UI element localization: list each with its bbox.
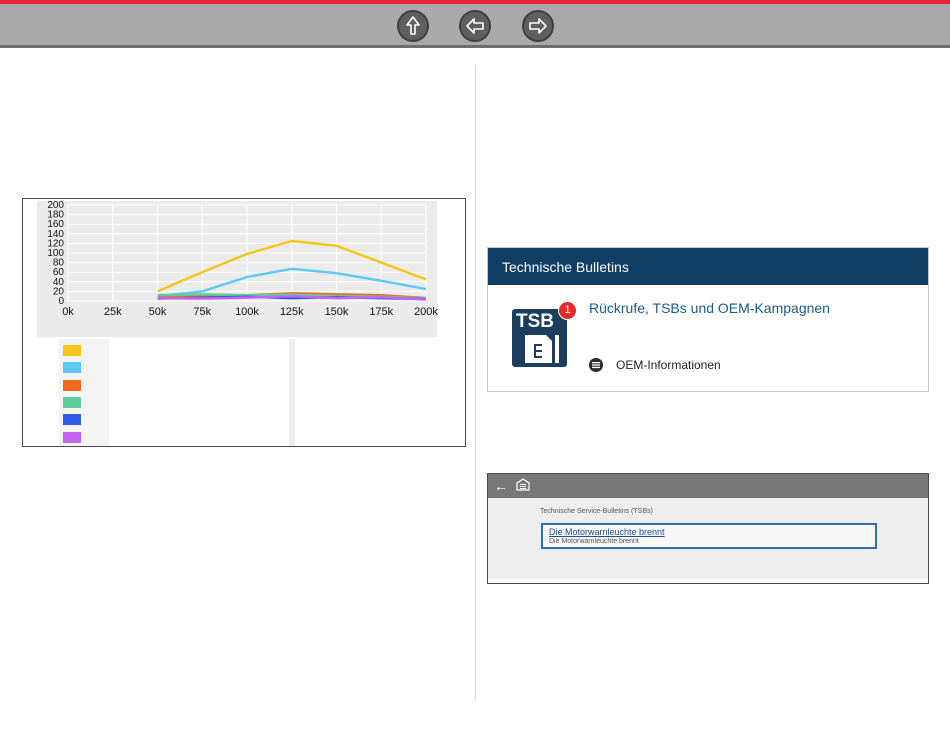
legend-swatch-4 <box>63 414 81 426</box>
legend-swatch-0 <box>63 345 81 356</box>
y-tick-label: 120 <box>47 238 64 249</box>
notification-badge: 1 <box>558 301 577 320</box>
y-tick-label: 180 <box>47 210 64 221</box>
x-tick-label: 25k <box>104 306 122 318</box>
y-tick-label: 100 <box>47 248 64 259</box>
tsb-card-header: Technische Bulletins <box>488 248 928 285</box>
y-tick-label: 140 <box>47 229 64 240</box>
service-screen-toolbar: ← <box>488 474 928 498</box>
service-bulletins-screen: ← Technische Service-Bulletins (TSBs) Di… <box>487 473 929 584</box>
bulletin-item-title: Die Motorwarnleuchte brennt <box>549 527 665 537</box>
oem-info-label: OEM-Informationen <box>616 358 721 372</box>
column-divider <box>475 65 476 700</box>
mileage-chart-panel: 0 20 40 60 80 100 120 140 160 180 200 0k 25k 50k 75k 10… <box>22 198 466 447</box>
legend-swatch-2 <box>63 379 81 391</box>
list-icon <box>589 358 603 372</box>
chart-legend <box>59 339 109 446</box>
service-screen-title: Technische Service-Bulletins (TSBs) <box>540 508 653 515</box>
y-tick-label: 200 <box>47 200 64 211</box>
line-chart: 0204060801001201401601802000k 25k 50k 75k 10… <box>37 200 438 337</box>
legend-separator <box>289 339 295 446</box>
x-tick-label: 150k <box>325 306 349 318</box>
oem-info-row[interactable]: OEM-Informationen <box>589 358 721 372</box>
x-tick-label: 75k <box>193 306 211 318</box>
back-arrow-icon[interactable]: ← <box>494 478 508 494</box>
x-tick-label: 50k <box>149 306 167 318</box>
y-tick-label: 60 <box>53 267 65 278</box>
x-tick-label: 100k <box>235 306 259 318</box>
legend-swatch-1 <box>63 362 81 374</box>
x-tick-label: 125k <box>280 306 304 318</box>
y-tick-label: 40 <box>53 277 65 288</box>
x-tick-label: 175k <box>369 306 393 318</box>
y-tick-label: 20 <box>53 286 65 297</box>
top-nav-bar <box>0 0 950 48</box>
right-arrow-icon[interactable] <box>522 10 554 42</box>
legend-swatch-5 <box>63 431 81 443</box>
tsb-document-icon[interactable]: TSB <box>512 309 567 367</box>
tsb-card: Technische Bulletins TSB 1 Rückrufe, TSB… <box>487 247 929 392</box>
legend-swatch-3 <box>63 396 81 408</box>
x-tick-label: 0k <box>62 306 74 318</box>
y-tick-label: 160 <box>47 219 64 230</box>
bulletin-list-item[interactable]: Die Motorwarnleuchte brennt Die Motorwar… <box>541 523 877 549</box>
recalls-tsb-link[interactable]: Rückrufe, TSBs und OEM-Kampagnen <box>589 300 830 316</box>
y-tick-label: 80 <box>53 258 65 269</box>
bulletin-item-subtitle: Die Motorwarnleuchte brennt <box>549 538 639 545</box>
service-screen-bottom <box>488 579 928 583</box>
left-arrow-icon[interactable] <box>459 10 491 42</box>
x-tick-label: 200k <box>414 306 438 318</box>
up-arrow-icon[interactable] <box>397 10 429 42</box>
garage-icon[interactable] <box>516 478 530 494</box>
